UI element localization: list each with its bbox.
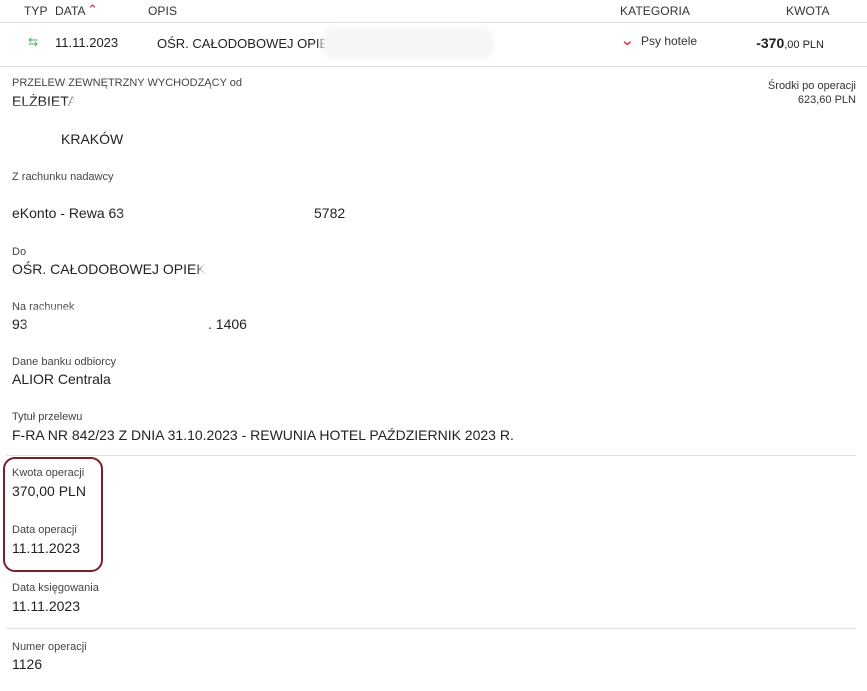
redacted-area [130,205,310,221]
column-kwota[interactable]: KWOTA [786,4,830,18]
to-account-suffix: . 1406 [208,316,247,332]
transfer-type-label: PRZELEW ZEWNĘTRZNY WYCHODZĄCY od [12,77,243,89]
amount-value: 370,00 PLN [12,483,86,499]
divider [6,455,856,456]
title-value: F-RA NR 842/23 Z DNIA 31.10.2023 - REWUN… [12,427,514,443]
bank-value: ALIOR Centrala [12,371,111,387]
divider [6,628,856,629]
title-label: Tytuł przelewu [12,411,83,423]
amount-label: Kwota operacji [12,467,85,479]
op-date-value: 11.11.2023 [12,540,80,556]
transaction-row[interactable]: ⇆ 11.11.2023 OŚR. CAŁODOBOWEJ OPIEKI ⌄ P… [0,22,867,67]
redacted-area [6,112,96,126]
balance-label: Środki po operacji [767,80,856,92]
column-kategoria[interactable]: KATEGORIA [620,4,690,18]
op-number-value: 1126 [12,656,43,672]
balance-value: 623,60 PLN [797,94,856,106]
amount-integer: -370 [756,35,785,51]
to-value: OŚR. CAŁODOBOWEJ OPIEKI [12,261,210,277]
redacted-area [74,96,254,126]
redacted-area [325,31,490,55]
sender-name: ELŻBIETA [12,93,78,109]
category-label[interactable]: Psy hotele [641,34,697,48]
to-label: Do [12,246,27,258]
to-account-prefix: 93 [12,316,28,332]
transaction-amount: -370,00 PLN [756,35,824,53]
booking-date-label: Data księgowania [12,582,99,594]
op-date-label: Data operacji [12,524,77,536]
from-account-suffix: 5782 [314,205,346,221]
transaction-description: OŚR. CAŁODOBOWEJ OPIEKI [157,36,341,51]
balance-after-operation: Środki po operacji 623,60 PLN [768,79,856,107]
sender-city: KRAKÓW [61,131,124,147]
to-account-label: Na rachunek [12,301,75,313]
bank-label: Dane banku odbiorcy [12,356,116,368]
transfer-arrows-icon: ⇆ [28,35,39,49]
chevron-up-icon[interactable]: ⌃ [87,2,98,18]
table-header: TYP DATA ⌃ OPIS KATEGORIA KWOTA [0,0,867,23]
from-account-label: Z rachunku nadawcy [12,171,114,183]
column-data[interactable]: DATA [55,4,86,18]
chevron-down-icon[interactable]: ⌄ [620,31,635,49]
column-opis[interactable]: OPIS [148,4,177,18]
transaction-date: 11.11.2023 [55,35,119,50]
redacted-area [205,258,640,280]
op-number-label: Numer operacji [12,641,87,653]
column-typ[interactable]: TYP [24,4,48,18]
from-account-name: eKonto - Rewa 63 [12,205,125,221]
redacted-area [32,315,208,333]
redacted-area [10,190,265,202]
amount-fraction: ,00 PLN [784,39,824,51]
booking-date-value: 11.11.2023 [12,598,80,614]
